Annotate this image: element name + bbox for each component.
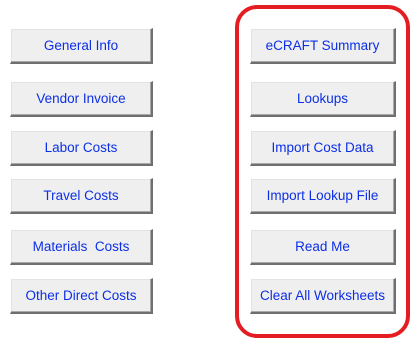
import-lookup-file-button[interactable]: Import Lookup File	[250, 178, 396, 214]
labor-costs-button[interactable]: Labor Costs	[10, 130, 153, 166]
ecraft-summary-button[interactable]: eCRAFT Summary	[250, 28, 396, 64]
clear-all-worksheets-button[interactable]: Clear All Worksheets	[250, 278, 396, 314]
lookups-button[interactable]: Lookups	[250, 81, 396, 117]
vendor-invoice-button[interactable]: Vendor Invoice	[10, 81, 153, 117]
general-info-button[interactable]: General Info	[10, 28, 153, 64]
read-me-button[interactable]: Read Me	[250, 229, 396, 265]
import-cost-data-button[interactable]: Import Cost Data	[250, 130, 396, 166]
travel-costs-button[interactable]: Travel Costs	[10, 178, 153, 214]
other-direct-costs-button[interactable]: Other Direct Costs	[10, 278, 153, 314]
materials-costs-button[interactable]: Materials Costs	[10, 229, 153, 265]
